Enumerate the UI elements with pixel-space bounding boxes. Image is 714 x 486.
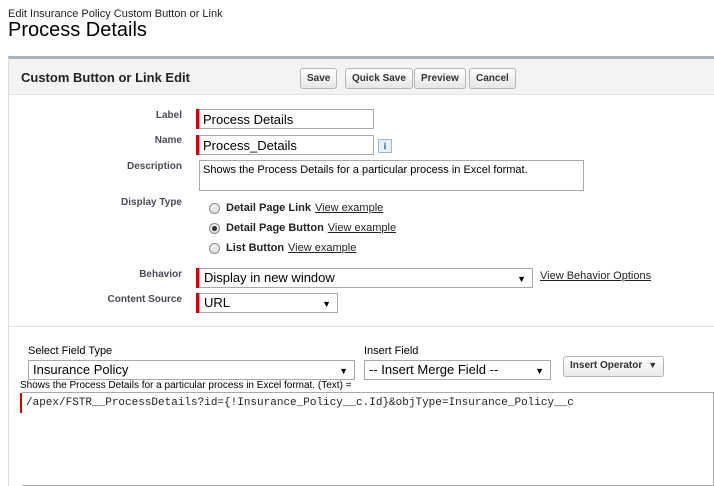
behavior-select[interactable]: Display in new window ▼	[199, 268, 533, 288]
content-source-select-value: URL	[204, 295, 231, 310]
panel-title: Custom Button or Link Edit	[21, 70, 190, 85]
description-textarea[interactable]: Shows the Process Details for a particul…	[199, 160, 584, 191]
radio-label: Detail Page Link	[226, 202, 311, 214]
cancel-button[interactable]: Cancel	[469, 68, 516, 89]
name-field-label: Name	[154, 135, 182, 146]
display-type-option-list-button[interactable]: List Button View example	[209, 240, 356, 256]
formula-editor[interactable]: /apex/FSTR__ProcessDetails?id={!Insuranc…	[22, 392, 714, 486]
content-source-select[interactable]: URL ▼	[199, 293, 338, 313]
display-type-option-detail-link[interactable]: Detail Page Link View example	[209, 200, 383, 216]
label-field-label: Label	[155, 110, 182, 121]
insert-operator-button[interactable]: Insert Operator ▼	[563, 356, 665, 377]
view-behavior-options-link[interactable]: View Behavior Options	[540, 270, 651, 282]
behavior-field-label: Behavior	[139, 269, 182, 280]
chevron-down-icon: ▼	[535, 366, 544, 376]
select-field-type-label: Select Field Type	[28, 345, 113, 357]
radio-label: Detail Page Button	[226, 222, 324, 234]
select-field-type-value: Insurance Policy	[33, 362, 129, 377]
chevron-down-icon: ▼	[322, 299, 331, 309]
insert-operator-label: Insert Operator	[570, 360, 643, 371]
display-type-option-detail-button[interactable]: Detail Page Button View example	[209, 220, 396, 236]
section-divider	[9, 326, 714, 327]
description-field-label: Description	[126, 161, 182, 172]
view-example-link[interactable]: View example	[288, 242, 356, 254]
radio-button-selected[interactable]	[209, 222, 220, 234]
page-title: Process Details	[8, 19, 147, 41]
view-example-link[interactable]: View example	[315, 202, 383, 214]
label-input[interactable]	[199, 109, 374, 129]
panel-header: Custom Button or Link Edit Save Quick Sa…	[9, 59, 714, 95]
radio-label: List Button	[226, 242, 285, 254]
chevron-down-icon: ▼	[648, 360, 658, 370]
radio-button[interactable]	[209, 242, 220, 254]
behavior-select-value: Display in new window	[204, 270, 335, 285]
info-icon[interactable]: i	[378, 139, 392, 153]
chevron-down-icon: ▼	[517, 274, 526, 284]
quick-save-button[interactable]: Quick Save	[345, 68, 413, 89]
view-example-link[interactable]: View example	[328, 222, 396, 234]
insert-field-select[interactable]: -- Insert Merge Field -- ▼	[364, 360, 551, 380]
chevron-down-icon: ▼	[339, 366, 348, 376]
select-field-type-select[interactable]: Insurance Policy ▼	[28, 360, 355, 380]
insert-field-label: Insert Field	[364, 345, 419, 357]
content-source-field-label: Content Source	[107, 294, 182, 305]
name-input[interactable]	[199, 135, 374, 155]
radio-button[interactable]	[209, 202, 220, 214]
insert-field-value: -- Insert Merge Field --	[369, 362, 499, 377]
preview-button[interactable]: Preview	[414, 68, 466, 89]
formula-hint: Shows the Process Details for a particul…	[20, 380, 352, 391]
save-button[interactable]: Save	[300, 68, 338, 89]
display-type-field-label: Display Type	[121, 197, 182, 208]
